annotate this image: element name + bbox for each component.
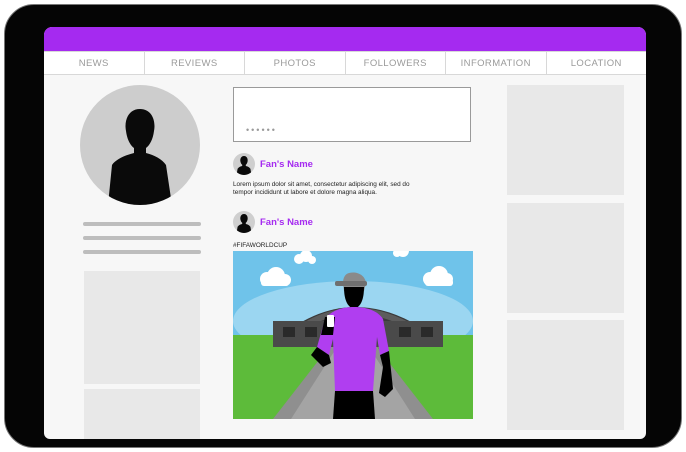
nav-photos[interactable]: PHOTOS	[245, 52, 346, 74]
nav-information[interactable]: INFORMATION	[446, 52, 547, 74]
post-composer-input[interactable]: ••••••	[233, 87, 471, 142]
post-hashtag[interactable]: #FIFAWORLDCUP	[233, 242, 287, 249]
nav-followers[interactable]: FOLLOWERS	[346, 52, 446, 74]
nav-location[interactable]: LOCATION	[547, 52, 647, 74]
composer-placeholder: ••••••	[246, 125, 277, 135]
person-silhouette-icon	[236, 214, 252, 233]
post-author-name[interactable]: Fan's Name	[260, 217, 313, 228]
nav-bar: NEWS REVIEWS PHOTOS FOLLOWERS INFORMATIO…	[44, 51, 646, 75]
nav-reviews[interactable]: REVIEWS	[145, 52, 245, 74]
header-bar	[44, 27, 646, 51]
post-author-name[interactable]: Fan's Name	[260, 159, 313, 170]
widget-panel	[507, 203, 624, 313]
profile-info-line	[83, 250, 201, 254]
profile-info-line	[83, 236, 201, 240]
sidebar-panel	[84, 389, 200, 439]
widget-panel	[507, 320, 624, 430]
widget-panel	[507, 85, 624, 195]
screen: NEWS REVIEWS PHOTOS FOLLOWERS INFORMATIO…	[44, 27, 646, 439]
sidebar-panel	[84, 271, 200, 384]
post-photo[interactable]	[233, 251, 473, 419]
profile-info-line	[83, 222, 201, 226]
tablet-frame: NEWS REVIEWS PHOTOS FOLLOWERS INFORMATIO…	[4, 4, 682, 448]
post-avatar[interactable]	[233, 153, 255, 175]
person-silhouette-icon	[108, 109, 172, 205]
post-text-line: tempor incididunt ut labore et dolore ma…	[233, 189, 377, 196]
nav-news[interactable]: NEWS	[44, 52, 145, 74]
post-text-line: Lorem ipsum dolor sit amet, consectetur …	[233, 181, 410, 188]
person-silhouette-icon	[236, 156, 252, 175]
post-avatar[interactable]	[233, 211, 255, 233]
stadium-fan-photo	[233, 251, 473, 419]
profile-avatar[interactable]	[80, 85, 200, 205]
